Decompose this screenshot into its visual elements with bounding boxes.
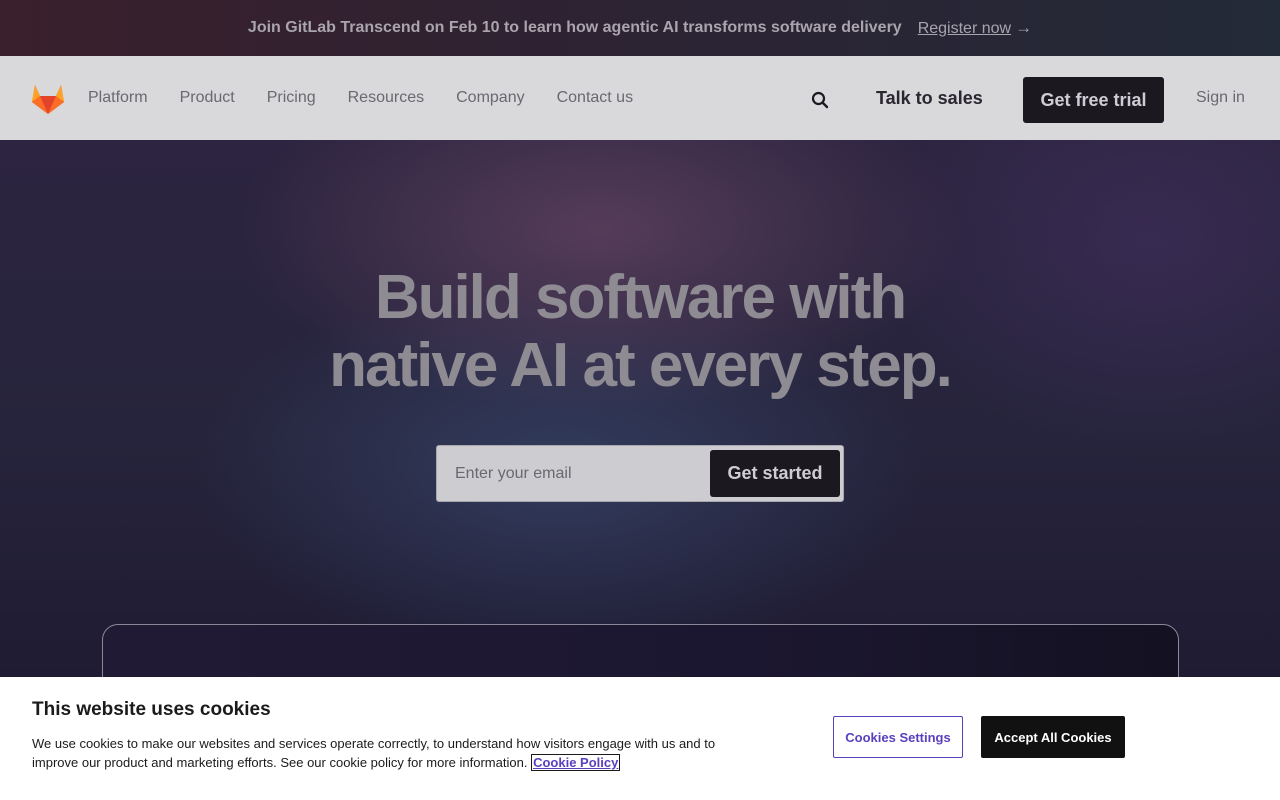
main-nav: Platform Product Pricing Resources Compa… [0, 56, 1280, 140]
email-signup-form: Get started [436, 445, 844, 502]
sign-in-link[interactable]: Sign in [1196, 56, 1245, 140]
cookie-title: This website uses cookies [32, 699, 271, 720]
announcement-banner: Join GitLab Transcend on Feb 10 to learn… [0, 0, 1280, 56]
get-started-button[interactable]: Get started [710, 450, 840, 497]
cookie-consent-banner: This website uses cookies We use cookies… [0, 677, 1280, 800]
cookies-settings-button[interactable]: Cookies Settings [833, 716, 963, 758]
get-free-trial-button[interactable]: Get free trial [1023, 77, 1164, 123]
hero-section: Build software with native AI at every s… [0, 140, 1280, 677]
nav-link-product[interactable]: Product [180, 89, 235, 107]
nav-link-resources[interactable]: Resources [348, 89, 424, 107]
nav-link-company[interactable]: Company [456, 89, 524, 107]
talk-to-sales-link[interactable]: Talk to sales [876, 56, 983, 140]
product-preview-card [102, 624, 1179, 677]
register-link-label[interactable]: Register now [918, 20, 1011, 37]
arrow-right-icon: → [1015, 18, 1033, 37]
accept-all-cookies-button[interactable]: Accept All Cookies [981, 716, 1125, 758]
banner-text: Join GitLab Transcend on Feb 10 to learn… [247, 19, 902, 36]
nav-link-contact[interactable]: Contact us [557, 89, 633, 107]
cookie-description: We use cookies to make our websites and … [32, 734, 722, 772]
register-link[interactable]: Register now → [918, 18, 1032, 38]
email-input[interactable] [445, 454, 705, 494]
hero-title-line-2: native AI at every step. [329, 331, 953, 400]
cookie-policy-link[interactable]: Cookie Policy [531, 754, 621, 771]
nav-link-platform[interactable]: Platform [88, 89, 148, 107]
search-icon[interactable] [810, 90, 830, 110]
hero-title-line-1: Build software with [374, 263, 907, 332]
nav-link-pricing[interactable]: Pricing [267, 89, 316, 107]
nav-links: Platform Product Pricing Resources Compa… [88, 56, 633, 140]
hero-title: Build software with native AI at every s… [0, 264, 1280, 400]
gitlab-tanuki-icon[interactable] [31, 83, 65, 115]
